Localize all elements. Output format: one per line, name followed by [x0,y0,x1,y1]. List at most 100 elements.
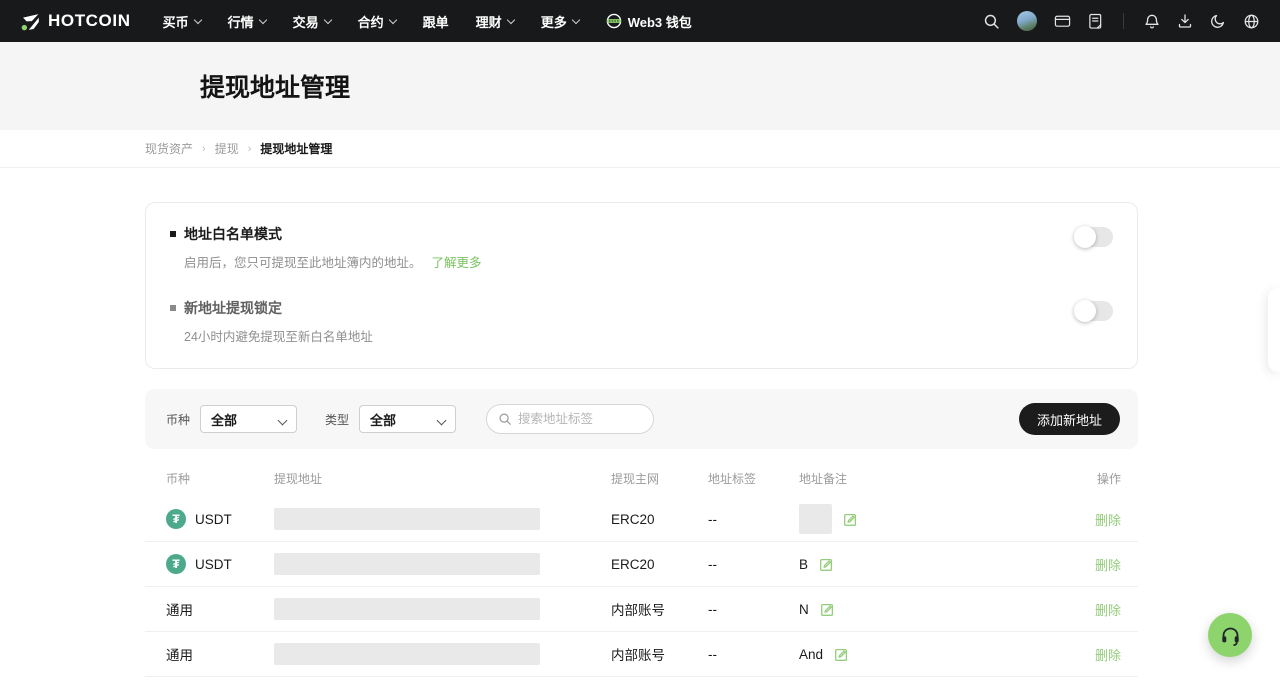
bullet-icon [170,231,176,237]
delete-link[interactable]: 删除 [1051,510,1121,529]
filter-bar: 币种 全部 类型 全部 添加新地址 [145,389,1138,449]
hotcoin-logo[interactable]: HOTCOIN [20,11,131,32]
redacted-address-block [274,598,540,620]
top-navbar: HOTCOIN 买币 行情 交易 合约 跟单 理财 更多 Web3 钱包 [0,0,1280,42]
label-cell: -- [708,557,799,572]
address-cell [274,553,611,575]
download-icon[interactable] [1177,13,1193,29]
coin-name: 通用 [166,599,193,619]
coin-cell: 通用 [166,599,274,619]
search-box [486,404,654,434]
redacted-address-block [274,508,540,530]
table-row: ₮ USDT ERC20 -- 删除 [145,497,1138,542]
note-cell: N [799,602,1051,617]
network-cell: 内部账号 [611,644,708,664]
label-cell: -- [708,602,799,617]
globe-icon[interactable] [1243,13,1260,30]
customer-support-button[interactable] [1208,613,1252,657]
web3-wallet-link[interactable]: Web3 钱包 [606,12,692,31]
user-avatar[interactable] [1017,11,1037,31]
coin-filter-select[interactable]: 全部 [200,405,297,433]
learn-more-link[interactable]: 了解更多 [432,256,482,270]
network-cell: ERC20 [611,557,708,572]
menu-more[interactable]: 更多 [541,12,579,31]
type-filter-label: 类型 [325,411,349,428]
coin-name: 通用 [166,644,193,664]
whitelist-mode-setting: 地址白名单模式 启用后，您只可提现至此地址簿内的地址。了解更多 [170,224,1113,271]
table-header-row: 币种 提现地址 提现主网 地址标签 地址备注 操作 [145,459,1138,497]
wallet-icon[interactable] [1054,13,1071,29]
table-row: ₮ USDT ERC20 -- B 删除 [145,542,1138,587]
coin-cell: ₮ USDT [166,509,274,529]
brand-name: HOTCOIN [48,11,131,31]
coin-filter-value: 全部 [211,410,237,429]
edit-note-icon[interactable] [834,647,849,662]
redacted-note-block [799,504,832,534]
coin-name: USDT [195,512,232,527]
whitelist-settings-card: 地址白名单模式 启用后，您只可提现至此地址簿内的地址。了解更多 新地址提现锁定 … [145,202,1138,369]
whitelist-mode-desc: 启用后，您只可提现至此地址簿内的地址。了解更多 [184,252,482,271]
coin-cell: ₮ USDT [166,554,274,574]
header-coin: 币种 [166,470,274,487]
side-widget-handle[interactable] [1268,288,1280,372]
menu-buy-crypto[interactable]: 买币 [163,12,201,31]
coin-name: USDT [195,557,232,572]
delete-link[interactable]: 删除 [1051,600,1121,619]
edit-note-icon[interactable] [819,557,834,572]
delete-link[interactable]: 删除 [1051,555,1121,574]
search-icon[interactable] [983,13,1000,30]
navbar-divider [1123,13,1124,29]
search-address-label-input[interactable] [518,412,642,426]
note-cell: And [799,647,1051,662]
edit-note-icon[interactable] [820,602,835,617]
breadcrumb-separator: › [202,143,206,155]
web3-globe-icon [606,13,622,29]
bullet-icon [170,305,176,311]
whitelist-mode-desc-text: 启用后，您只可提现至此地址簿内的地址。 [184,256,422,270]
web3-wallet-label: Web3 钱包 [628,12,692,31]
menu-earn[interactable]: 理财 [476,12,514,31]
new-address-lock-toggle[interactable] [1075,301,1113,321]
label-cell: -- [708,512,799,527]
address-table: 币种 提现地址 提现主网 地址标签 地址备注 操作 ₮ USDT ERC20 -… [145,459,1138,684]
chevron-down-icon [438,412,445,427]
address-cell [274,508,611,530]
menu-markets[interactable]: 行情 [228,12,266,31]
header-note: 地址备注 [799,470,1051,487]
breadcrumb: 现货资产 › 提现 › 提现地址管理 [0,130,1280,168]
note-text: N [799,602,809,617]
type-filter-select[interactable]: 全部 [359,405,456,433]
type-filter-value: 全部 [370,410,396,429]
hotcoin-logo-icon [20,11,41,32]
edit-note-icon[interactable] [843,512,858,527]
orders-icon[interactable] [1088,13,1103,30]
menu-trade[interactable]: 交易 [293,12,331,31]
note-text: B [799,557,808,572]
menu-futures[interactable]: 合约 [358,12,396,31]
note-cell: B [799,557,1051,572]
header-action: 操作 [1051,470,1121,487]
bell-icon[interactable] [1144,13,1160,30]
breadcrumb-spot-assets[interactable]: 现货资产 [145,140,193,157]
new-address-lock-setting: 新地址提现锁定 24小时内避免提现至新白名单地址 [170,298,1113,345]
tether-icon: ₮ [166,554,186,574]
coin-filter-label: 币种 [166,411,190,428]
page-header: 提现地址管理 [0,42,1280,130]
whitelist-mode-toggle[interactable] [1075,227,1113,247]
delete-link[interactable]: 删除 [1051,645,1121,664]
moon-icon[interactable] [1210,13,1226,29]
network-cell: 内部账号 [611,599,708,619]
redacted-address-block [274,643,540,665]
toggle-knob [1074,300,1096,322]
address-cell [274,643,611,665]
menu-copy-trading[interactable]: 跟单 [423,12,449,31]
add-new-address-button[interactable]: 添加新地址 [1019,403,1120,435]
breadcrumb-withdraw[interactable]: 提现 [215,140,239,157]
headset-icon [1219,624,1242,647]
page-title: 提现地址管理 [200,68,350,104]
header-address: 提现地址 [274,470,611,487]
table-row: ₮ USDT 已认证 BSC -- 删除 [145,677,1138,684]
search-icon [498,412,512,426]
label-cell: -- [708,647,799,662]
new-address-lock-desc: 24小时内避免提现至新白名单地址 [184,326,373,345]
